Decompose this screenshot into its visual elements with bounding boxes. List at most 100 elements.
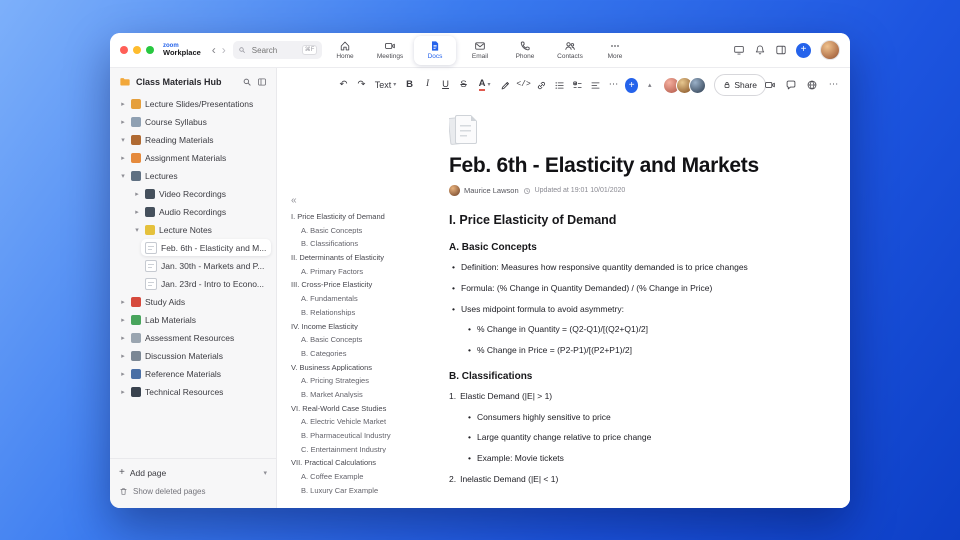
outline-item[interactable]: B. Pharmaceutical Industry [291, 432, 443, 440]
global-search[interactable]: ⌘F [232, 41, 323, 59]
forward-button[interactable]: › [219, 44, 229, 56]
search-input[interactable] [249, 44, 298, 56]
more-actions-button[interactable]: ⋯ [827, 75, 840, 95]
outline-item[interactable]: B. Market Analysis [291, 391, 443, 399]
bullet-item[interactable]: Formula: (% Change in Quantity Demanded)… [449, 283, 849, 294]
outline-item[interactable]: A. Electric Vehicle Market [291, 418, 443, 426]
sidebar-item-lecture-notes[interactable]: Lecture Notes [129, 221, 271, 238]
chevron-right-icon[interactable] [119, 316, 127, 324]
tab-contacts[interactable]: Contacts [549, 36, 591, 65]
align-icon[interactable] [589, 75, 602, 95]
outline-item[interactable]: III. Cross-Price Elasticity [291, 281, 443, 289]
collaborator-avatars[interactable] [663, 76, 707, 94]
tab-docs[interactable]: Docs [414, 35, 456, 65]
maximize-window-button[interactable] [146, 46, 154, 54]
chevron-right-icon[interactable] [133, 208, 141, 216]
italic-button[interactable]: I [421, 75, 434, 95]
sidebar-item-lab-materials[interactable]: Lab Materials [115, 311, 271, 328]
sidebar-item-assessment-resources[interactable]: Assessment Resources [115, 329, 271, 346]
user-avatar[interactable] [820, 40, 840, 60]
subsection-heading[interactable]: B. Classifications [449, 371, 849, 382]
globe-icon[interactable] [806, 79, 818, 91]
numbered-item[interactable]: 2. Inelastic Demand (|E| < 1) [449, 474, 849, 485]
show-deleted-pages-button[interactable]: Show deleted pages [119, 482, 267, 500]
sidebar-item-discussion-materials[interactable]: Discussion Materials [115, 347, 271, 364]
outline-item[interactable]: VI. Real-World Case Studies [291, 405, 443, 413]
share-button[interactable]: Share [714, 74, 766, 96]
sidebar-item-study-aids[interactable]: Study Aids [115, 293, 271, 310]
tab-email[interactable]: Email [459, 36, 501, 65]
bold-button[interactable]: B [403, 75, 416, 95]
chevron-right-icon[interactable] [119, 298, 127, 306]
outline-item[interactable]: A. Basic Concepts [291, 336, 443, 344]
new-item-button[interactable]: + [796, 42, 811, 58]
outline-item[interactable]: A. Fundamentals [291, 295, 443, 303]
chevron-right-icon[interactable] [133, 190, 141, 198]
bullet-item[interactable]: Definition: Measures how responsive quan… [449, 262, 849, 273]
sidebar-item-lecture-slides[interactable]: Lecture Slides/Presentations [115, 95, 271, 112]
code-button[interactable]: </> [516, 75, 530, 95]
chevron-down-icon[interactable]: ▾ [263, 469, 267, 477]
bullet-item[interactable]: Example: Movie tickets [465, 453, 849, 464]
collapse-outline-icon[interactable]: « [291, 196, 443, 206]
sidebar-item-reading-materials[interactable]: Reading Materials [115, 131, 271, 148]
outline-item[interactable]: I. Price Elasticity of Demand [291, 213, 443, 221]
sidebar-item-jan-30th-note[interactable]: Jan. 30th - Markets and P... [141, 257, 271, 274]
redo-button[interactable]: ↷ [355, 75, 368, 95]
outline-item[interactable]: A. Pricing Strategies [291, 377, 443, 385]
bullet-item[interactable]: Uses midpoint formula to avoid asymmetry… [449, 304, 849, 315]
tab-more[interactable]: More [594, 36, 636, 65]
outline-item[interactable]: B. Relationships [291, 309, 443, 317]
chevron-right-icon[interactable] [119, 154, 127, 162]
sidebar-item-video-recordings[interactable]: Video Recordings [129, 185, 271, 202]
text-style-dropdown[interactable]: Text ▾ [373, 75, 398, 95]
panel-toggle-icon[interactable] [775, 44, 787, 56]
bullet-item[interactable]: % Change in Quantity = (Q2-Q1)/[(Q2+Q1)/… [465, 325, 849, 335]
outline-item[interactable]: V. Business Applications [291, 364, 443, 372]
sidebar-item-course-syllabus[interactable]: Course Syllabus [115, 113, 271, 130]
outline-item[interactable]: B. Categories [291, 350, 443, 358]
section-heading[interactable]: I. Price Elasticity of Demand [449, 213, 849, 227]
back-button[interactable]: ‹ [209, 44, 219, 56]
more-tools-button[interactable]: ⋯ [607, 75, 620, 95]
link-icon[interactable] [535, 75, 548, 95]
document-title[interactable]: Feb. 6th - Elasticity and Markets [449, 154, 849, 177]
outline-item[interactable]: C. Entertainment Industry [291, 446, 443, 454]
video-call-icon[interactable] [764, 79, 776, 91]
chevron-right-icon[interactable] [119, 352, 127, 360]
bullet-item[interactable]: % Change in Price = (P2-P1)/[(P2+P1)/2] [465, 345, 849, 356]
sidebar-item-audio-recordings[interactable]: Audio Recordings [129, 203, 271, 220]
bullet-item[interactable]: Consumers highly sensitive to price [465, 412, 849, 423]
chevron-down-icon[interactable] [119, 172, 127, 180]
minimize-window-button[interactable] [133, 46, 141, 54]
sidebar-item-technical-resources[interactable]: Technical Resources [115, 383, 271, 400]
underline-button[interactable]: U [439, 75, 452, 95]
numbered-item[interactable]: 1. Elastic Demand (|E| > 1) [449, 391, 849, 402]
tab-phone[interactable]: Phone [504, 36, 546, 65]
sidebar-search-icon[interactable] [242, 77, 252, 87]
subsection-heading[interactable]: A. Basic Concepts [449, 242, 849, 253]
text-color-dropdown[interactable]: A ▾ [475, 75, 494, 95]
chevron-right-icon[interactable] [119, 370, 127, 378]
collapse-sidebar-icon[interactable] [257, 77, 267, 87]
close-window-button[interactable] [120, 46, 128, 54]
document-content[interactable]: Feb. 6th - Elasticity and Markets Mauric… [449, 102, 849, 508]
sidebar-item-lectures[interactable]: Lectures [115, 167, 271, 184]
sidebar-item-reference-materials[interactable]: Reference Materials [115, 365, 271, 382]
outline-item[interactable]: A. Basic Concepts [291, 227, 443, 235]
add-page-button[interactable]: + Add page ▾ [119, 464, 267, 482]
checklist-icon[interactable] [571, 75, 584, 95]
screen-share-icon[interactable] [733, 44, 745, 56]
sidebar-item-jan-23rd-note[interactable]: Jan. 23rd - Intro to Econo... [141, 275, 271, 292]
undo-button[interactable]: ↶ [337, 75, 350, 95]
outline-item[interactable]: A. Primary Factors [291, 268, 443, 276]
bullet-item[interactable]: Large quantity change relative to price … [465, 433, 849, 443]
outline-item[interactable]: IV. Income Elasticity [291, 323, 443, 331]
collapse-toolbar-icon[interactable]: ▴ [643, 75, 656, 95]
insert-block-button[interactable]: + [625, 77, 639, 93]
outline-item[interactable]: VII. Practical Calculations [291, 459, 443, 467]
bulleted-list-icon[interactable] [553, 75, 566, 95]
outline-item[interactable]: B. Classifications [291, 240, 443, 248]
outline-item[interactable]: B. Luxury Car Example [291, 487, 443, 495]
chevron-down-icon[interactable] [133, 226, 141, 234]
